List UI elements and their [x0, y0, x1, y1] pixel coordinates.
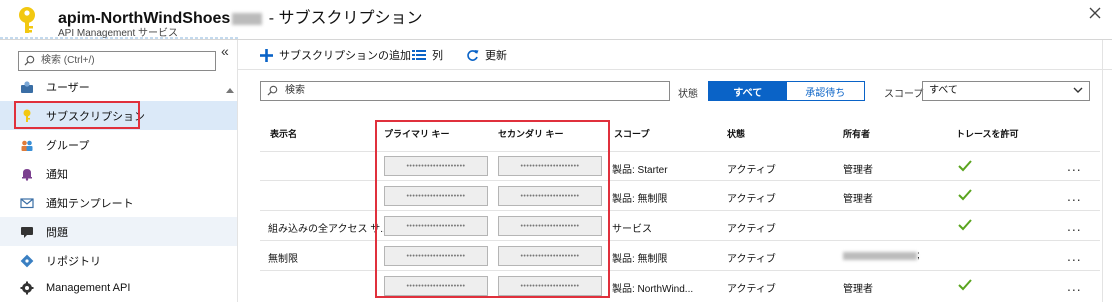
- sidebar-item-issues[interactable]: 問題: [0, 217, 237, 246]
- status-option-all[interactable]: すべて: [709, 82, 787, 100]
- sidebar-item-groups[interactable]: グループ: [0, 130, 237, 159]
- search-icon: [24, 55, 35, 66]
- scope-cell: 製品: NorthWind...: [612, 284, 694, 295]
- add-subscription-label: サブスクリプションの追加: [279, 50, 411, 62]
- refresh-icon: [466, 49, 479, 62]
- sidebar-item-label: 問題: [46, 226, 68, 239]
- api-icon: [20, 281, 34, 295]
- state-cell: アクティブ: [727, 165, 776, 176]
- row-more-button[interactable]: ...: [1067, 248, 1082, 264]
- sidebar-item-repository[interactable]: リポジトリ: [0, 246, 237, 275]
- keys-highlight-box: [375, 120, 610, 298]
- row-more-button[interactable]: ...: [1067, 278, 1082, 294]
- sidebar-item-label: リポジトリ: [46, 255, 101, 268]
- search-placeholder: 検索: [285, 85, 305, 96]
- chat-icon: [20, 225, 34, 239]
- bell-icon: [20, 167, 34, 181]
- columns-button[interactable]: 列: [412, 47, 443, 63]
- column-header-allow-tracing[interactable]: トレースを許可: [956, 127, 1019, 140]
- git-icon: [20, 254, 34, 268]
- column-header-owner[interactable]: 所有者: [843, 127, 870, 140]
- checkmark-icon: [958, 160, 972, 172]
- sidebar-item-label: グループ: [46, 139, 90, 152]
- status-option-pending[interactable]: 承認待ち: [786, 82, 864, 100]
- blade-header: apim-NorthWindShoes - サブスクリプション API Mana…: [0, 0, 1112, 40]
- state-cell: アクティブ: [727, 284, 776, 295]
- add-subscription-button[interactable]: サブスクリプションの追加: [260, 47, 411, 63]
- close-icon[interactable]: [1088, 6, 1102, 20]
- key-icon: [19, 7, 35, 33]
- sidebar-item-label: ユーザー: [46, 81, 90, 94]
- refresh-button[interactable]: 更新: [466, 47, 507, 63]
- owner-cell: 管理者: [843, 165, 873, 176]
- chevron-down-icon: [1073, 87, 1083, 93]
- sidebar-item-label: Management API: [46, 281, 131, 294]
- header-dashed-rule: [0, 37, 238, 39]
- display-name-cell: 無制限: [268, 254, 298, 265]
- row-more-button[interactable]: ...: [1067, 188, 1082, 204]
- sidebar-item-management-api[interactable]: Management API: [0, 273, 237, 302]
- checkmark-icon: [958, 279, 972, 291]
- sidebar-search-placeholder: 検索 (Ctrl+/): [41, 55, 95, 66]
- redacted-text: [232, 12, 263, 25]
- group-icon: [20, 138, 34, 152]
- scope-cell: サービス: [612, 224, 652, 235]
- columns-icon: [412, 49, 426, 61]
- redacted-owner: [843, 252, 917, 260]
- scope-cell: 製品: 無制限: [612, 194, 668, 205]
- scope-dropdown-value: すべて: [929, 85, 958, 96]
- sidebar-item-notification-templates[interactable]: 通知テンプレート: [0, 188, 237, 217]
- command-bar: サブスクリプションの追加 列 更新: [238, 40, 1112, 70]
- user-icon: [20, 80, 34, 94]
- row-more-button[interactable]: ...: [1067, 218, 1082, 234]
- checkmark-icon: [958, 189, 972, 201]
- refresh-label: 更新: [485, 50, 507, 62]
- sidebar-item-label: 通知: [46, 168, 68, 181]
- scope-cell: 製品: Starter: [612, 165, 668, 176]
- mail-icon: [20, 196, 34, 210]
- plus-icon: [260, 48, 273, 62]
- scope-cell: 製品: 無制限: [612, 254, 668, 265]
- owner-cell: ;: [917, 250, 920, 261]
- status-filter-label: 状態: [678, 89, 698, 100]
- state-cell: アクティブ: [727, 254, 776, 265]
- column-header-display-name[interactable]: 表示名: [270, 127, 297, 140]
- sidebar-item-label: 通知テンプレート: [46, 197, 134, 210]
- scope-filter-label: スコープ: [884, 89, 924, 100]
- sidebar-item-users[interactable]: ユーザー: [0, 72, 237, 101]
- owner-cell: 管理者: [843, 194, 873, 205]
- selection-highlight: [14, 101, 140, 129]
- columns-label: 列: [432, 50, 443, 62]
- checkmark-icon: [958, 219, 972, 231]
- column-header-state[interactable]: 状態: [727, 127, 745, 140]
- owner-cell: 管理者: [843, 284, 873, 295]
- state-cell: アクティブ: [727, 224, 776, 235]
- subscription-search-input[interactable]: 検索: [260, 81, 670, 101]
- column-header-scope[interactable]: スコープ: [614, 127, 649, 140]
- collapse-sidebar-button[interactable]: «: [221, 43, 229, 59]
- search-icon: [267, 85, 278, 96]
- page-title-suffix: - サブスクリプション: [264, 10, 423, 27]
- state-cell: アクティブ: [727, 194, 776, 205]
- scope-dropdown[interactable]: すべて: [922, 81, 1090, 101]
- row-more-button[interactable]: ...: [1067, 158, 1082, 174]
- sidebar-search-input[interactable]: 検索 (Ctrl+/): [18, 51, 216, 71]
- sidebar-item-notifications[interactable]: 通知: [0, 159, 237, 188]
- display-name-cell: 組み込みの全アクセス サ...: [268, 224, 389, 235]
- vertical-scrollbar[interactable]: [1102, 40, 1112, 302]
- status-filter-toggle: すべて 承認待ち: [708, 81, 865, 101]
